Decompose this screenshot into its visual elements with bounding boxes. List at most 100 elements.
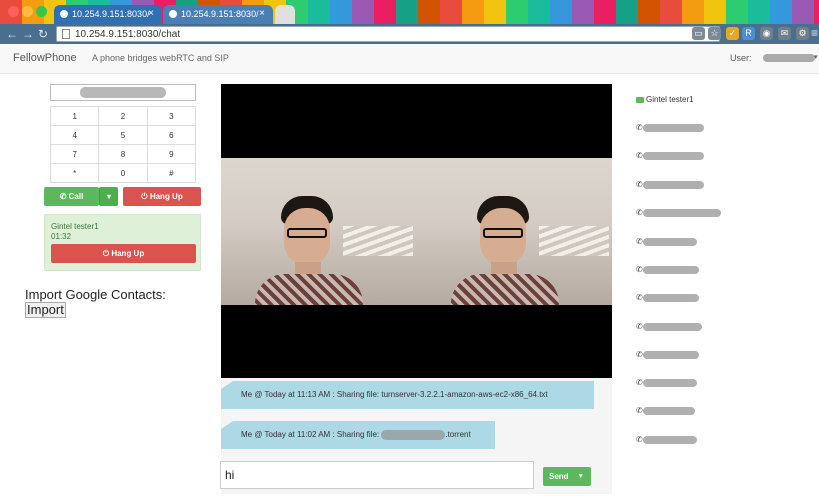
call-timer: 01:32 — [51, 232, 72, 241]
redacted-contact — [643, 379, 697, 387]
redacted-contact — [643, 238, 697, 246]
chat-input[interactable]: hi — [220, 461, 534, 489]
hang-up-label: Hang Up — [111, 249, 145, 258]
redacted-contact — [643, 294, 699, 302]
redacted-contact — [643, 209, 721, 217]
local-video — [417, 158, 612, 305]
page-icon — [62, 29, 70, 39]
keypad-key[interactable]: * — [49, 163, 100, 183]
redacted-contact — [643, 266, 699, 274]
file-extension: .torrent — [445, 430, 471, 439]
app-navbar: FellowPhone A phone bridges webRTC and S… — [0, 44, 819, 74]
keypad-key[interactable]: 6 — [146, 125, 197, 145]
address-toolbar: ← → ↻ 10.254.9.151:8030/chat ▭ ☆ ✓ R ◉ ✉… — [0, 24, 819, 44]
phone-icon: ✆ — [636, 123, 643, 132]
keypad-key[interactable]: 4 — [49, 125, 100, 145]
extension-icon[interactable]: ◉ — [760, 27, 773, 40]
keypad-key[interactable]: 7 — [49, 144, 100, 164]
redacted-contact — [643, 124, 704, 132]
power-icon: ⏻ — [102, 249, 110, 258]
extension-icon[interactable]: ✓ — [726, 27, 739, 40]
tab-title: 10.254.9.151:8030/ — [181, 9, 259, 19]
video-camera-icon — [636, 97, 644, 103]
call-button[interactable]: ✆ Call — [44, 187, 99, 206]
phone-icon: ✆ — [59, 192, 67, 201]
browser-tab-1[interactable]: 10.254.9.151:8030/ × — [54, 5, 162, 24]
keypad-key[interactable]: 0 — [98, 163, 148, 183]
hang-up-label: Hang Up — [149, 192, 183, 201]
tab-title: 10.254.9.151:8030/ — [72, 9, 150, 19]
send-label: Send — [549, 472, 569, 481]
caret-down-icon[interactable]: ▾ — [579, 467, 583, 486]
keypad-key[interactable]: # — [146, 163, 197, 183]
phone-icon: ✆ — [636, 151, 643, 160]
user-label: User: — [730, 53, 752, 63]
caller-name: Gintel tester1 — [51, 222, 99, 231]
keypad-key[interactable]: 3 — [146, 106, 197, 126]
tab-close-icon[interactable]: × — [259, 8, 265, 19]
url-text: 10.254.9.151:8030/chat — [75, 29, 181, 40]
brand[interactable]: FellowPhone — [13, 52, 77, 64]
chat-message-text: Me @ Today at 11:13 AM : Sharing file: t… — [241, 390, 548, 399]
keypad: 1 2 3 4 5 6 7 8 9 * 0 # — [49, 106, 197, 183]
forward-arrow-icon[interactable]: → — [22, 27, 34, 41]
contact-name: Gintel tester1 — [646, 95, 694, 104]
import-button[interactable]: Import — [25, 302, 66, 318]
tagline: A phone bridges webRTC and SIP — [92, 53, 229, 63]
phone-icon: ✆ — [636, 322, 643, 331]
new-tab-button[interactable] — [275, 5, 295, 24]
import-title: Import Google Contacts: — [25, 287, 166, 302]
phone-icon: ✆ — [636, 265, 643, 274]
call-label: Call — [68, 192, 84, 201]
redacted-contact — [643, 351, 699, 359]
keypad-key[interactable]: 5 — [98, 125, 148, 145]
redacted-contact — [643, 323, 702, 331]
phone-icon: ✆ — [636, 180, 643, 189]
minimize-window-icon[interactable] — [22, 6, 33, 17]
bookmark-star-icon[interactable]: ☆ — [708, 27, 721, 40]
remote-video — [221, 158, 417, 305]
redacted-contact — [643, 436, 697, 444]
power-icon: ⏻ — [141, 192, 148, 201]
phone-icon: ✆ — [636, 350, 643, 359]
close-window-icon[interactable] — [8, 6, 19, 17]
extension-icon[interactable]: R — [742, 27, 755, 40]
chat-message-text: Me @ Today at 11:02 AM : Sharing file: — [241, 430, 382, 439]
hang-up-button[interactable]: ⏻ Hang Up — [123, 187, 201, 206]
caret-down-icon: ▾ — [106, 192, 111, 201]
dial-number-input[interactable] — [50, 84, 196, 101]
url-bar[interactable]: 10.254.9.151:8030/chat — [56, 26, 720, 42]
phone-icon: ✆ — [636, 435, 643, 444]
keypad-key[interactable]: 1 — [49, 106, 100, 126]
call-options-dropdown[interactable]: ▾ — [99, 187, 118, 206]
phone-icon: ✆ — [636, 378, 643, 387]
redacted-filename — [381, 429, 446, 440]
send-button[interactable]: Send ▾ — [543, 467, 591, 486]
extension-icon[interactable]: ✉ — [778, 27, 791, 40]
video-container — [221, 84, 612, 378]
keypad-key[interactable]: 2 — [98, 106, 148, 126]
maximize-window-icon[interactable] — [36, 6, 47, 17]
redacted-contact — [643, 407, 695, 415]
active-call-panel: Gintel tester1 01:32 ⏻ Hang Up — [44, 214, 201, 271]
tab-favicon-icon — [169, 10, 177, 18]
back-arrow-icon[interactable]: ← — [6, 27, 18, 41]
tab-favicon-icon — [60, 10, 68, 18]
chat-message: Me @ Today at 11:13 AM : Sharing file: t… — [221, 381, 594, 409]
phone-icon: ✆ — [636, 293, 643, 302]
caret-down-icon[interactable]: ▾ — [814, 53, 818, 61]
keypad-key[interactable]: 9 — [146, 144, 197, 164]
redacted-number — [80, 87, 166, 98]
keypad-key[interactable]: 8 — [98, 144, 148, 164]
tab-close-icon[interactable]: × — [148, 8, 154, 19]
phone-icon: ✆ — [636, 406, 643, 415]
phone-icon: ✆ — [636, 237, 643, 246]
browser-tab-2[interactable]: 10.254.9.151:8030/ × — [163, 5, 273, 24]
reload-icon[interactable]: ↻ — [38, 27, 48, 41]
phone-icon: ✆ — [636, 208, 643, 217]
call-hang-up-button[interactable]: ⏻ Hang Up — [51, 244, 196, 263]
menu-icon[interactable]: ≡ — [808, 27, 819, 40]
screen-share-icon[interactable]: ▭ — [692, 27, 705, 40]
redacted-contact — [643, 181, 704, 189]
user-dropdown[interactable] — [763, 54, 815, 62]
